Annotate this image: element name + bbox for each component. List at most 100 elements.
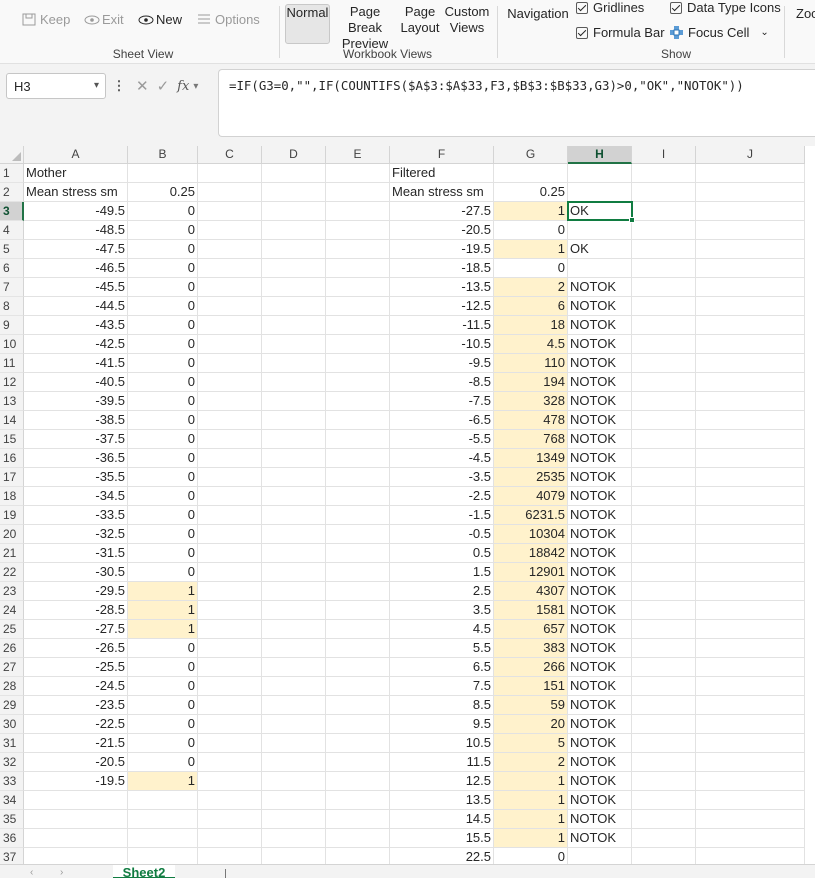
more-icon[interactable]: ⋮ (112, 78, 126, 94)
cell-i35[interactable] (632, 810, 696, 829)
cell-b28[interactable]: 0 (128, 677, 198, 696)
cell-c13[interactable] (198, 392, 262, 411)
cell-a3[interactable]: -49.5 (24, 202, 128, 221)
cell-b3[interactable]: 0 (128, 202, 198, 221)
cell-g11[interactable]: 110 (494, 354, 568, 373)
cell-a25[interactable]: -27.5 (24, 620, 128, 639)
cell-f35[interactable]: 14.5 (390, 810, 494, 829)
cell-i1[interactable] (632, 164, 696, 183)
cell-f28[interactable]: 7.5 (390, 677, 494, 696)
cell-j11[interactable] (696, 354, 805, 373)
focus-cell-button[interactable]: Focus Cell ⌄ (670, 25, 769, 40)
cell-i2[interactable] (632, 183, 696, 202)
cell-g1[interactable] (494, 164, 568, 183)
cell-b8[interactable]: 0 (128, 297, 198, 316)
cell-g16[interactable]: 1349 (494, 449, 568, 468)
cell-h25[interactable]: NOTOK (568, 620, 632, 639)
cell-a10[interactable]: -42.5 (24, 335, 128, 354)
cell-g12[interactable]: 194 (494, 373, 568, 392)
cell-d24[interactable] (262, 601, 326, 620)
cell-d25[interactable] (262, 620, 326, 639)
cell-e16[interactable] (326, 449, 390, 468)
row-header[interactable]: 2 (0, 183, 24, 202)
cell-j31[interactable] (696, 734, 805, 753)
cell-f10[interactable]: -10.5 (390, 335, 494, 354)
sheet-tab[interactable]: Sheet2 (113, 865, 175, 878)
cell-h3[interactable]: OK (568, 202, 632, 221)
cell-i10[interactable] (632, 335, 696, 354)
cell-g35[interactable]: 1 (494, 810, 568, 829)
cell-e8[interactable] (326, 297, 390, 316)
cell-a37[interactable] (24, 848, 128, 864)
cell-g9[interactable]: 18 (494, 316, 568, 335)
cell-h17[interactable]: NOTOK (568, 468, 632, 487)
cell-a30[interactable]: -22.5 (24, 715, 128, 734)
cell-f32[interactable]: 11.5 (390, 753, 494, 772)
cell-d32[interactable] (262, 753, 326, 772)
cell-c25[interactable] (198, 620, 262, 639)
cell-g14[interactable]: 478 (494, 411, 568, 430)
cell-h31[interactable]: NOTOK (568, 734, 632, 753)
cell-a23[interactable]: -29.5 (24, 582, 128, 601)
cell-j36[interactable] (696, 829, 805, 848)
cell-c7[interactable] (198, 278, 262, 297)
row-header[interactable]: 31 (0, 734, 24, 753)
cell-e23[interactable] (326, 582, 390, 601)
cell-c11[interactable] (198, 354, 262, 373)
cell-j10[interactable] (696, 335, 805, 354)
cell-b24[interactable]: 1 (128, 601, 198, 620)
enter-icon[interactable]: ✓ (157, 77, 170, 95)
cell-i28[interactable] (632, 677, 696, 696)
cell-a29[interactable]: -23.5 (24, 696, 128, 715)
fill-handle[interactable] (629, 217, 635, 223)
cell-h36[interactable]: NOTOK (568, 829, 632, 848)
cell-h5[interactable]: OK (568, 240, 632, 259)
cell-i20[interactable] (632, 525, 696, 544)
cell-b14[interactable]: 0 (128, 411, 198, 430)
cell-d1[interactable] (262, 164, 326, 183)
cell-a4[interactable]: -48.5 (24, 221, 128, 240)
cell-c27[interactable] (198, 658, 262, 677)
row-header[interactable]: 36 (0, 829, 24, 848)
cell-j33[interactable] (696, 772, 805, 791)
column-header-e[interactable]: E (326, 146, 390, 164)
cell-f11[interactable]: -9.5 (390, 354, 494, 373)
cell-e31[interactable] (326, 734, 390, 753)
cell-a22[interactable]: -30.5 (24, 563, 128, 582)
cell-d11[interactable] (262, 354, 326, 373)
gridlines-checkbox[interactable]: Gridlines (576, 0, 644, 15)
cell-h18[interactable]: NOTOK (568, 487, 632, 506)
cell-a1[interactable]: Mother (24, 164, 128, 183)
cell-f21[interactable]: 0.5 (390, 544, 494, 563)
data-type-icons-checkbox[interactable]: Data Type Icons (670, 0, 781, 15)
cell-j7[interactable] (696, 278, 805, 297)
cell-g31[interactable]: 5 (494, 734, 568, 753)
cell-c31[interactable] (198, 734, 262, 753)
cell-i8[interactable] (632, 297, 696, 316)
cell-c12[interactable] (198, 373, 262, 392)
cell-a36[interactable] (24, 829, 128, 848)
cell-c16[interactable] (198, 449, 262, 468)
cell-a34[interactable] (24, 791, 128, 810)
cell-c9[interactable] (198, 316, 262, 335)
cell-f34[interactable]: 13.5 (390, 791, 494, 810)
cell-c1[interactable] (198, 164, 262, 183)
cell-b7[interactable]: 0 (128, 278, 198, 297)
cell-h28[interactable]: NOTOK (568, 677, 632, 696)
cell-i16[interactable] (632, 449, 696, 468)
row-header[interactable]: 23 (0, 582, 24, 601)
row-header[interactable]: 37 (0, 848, 24, 864)
cell-c36[interactable] (198, 829, 262, 848)
cell-g7[interactable]: 2 (494, 278, 568, 297)
cell-a9[interactable]: -43.5 (24, 316, 128, 335)
zoom-button[interactable]: Zoo (796, 6, 815, 21)
cell-f19[interactable]: -1.5 (390, 506, 494, 525)
cell-b15[interactable]: 0 (128, 430, 198, 449)
cell-i18[interactable] (632, 487, 696, 506)
cell-f31[interactable]: 10.5 (390, 734, 494, 753)
cell-i26[interactable] (632, 639, 696, 658)
cell-c22[interactable] (198, 563, 262, 582)
column-header-c[interactable]: C (198, 146, 262, 164)
cell-b12[interactable]: 0 (128, 373, 198, 392)
cell-h4[interactable] (568, 221, 632, 240)
